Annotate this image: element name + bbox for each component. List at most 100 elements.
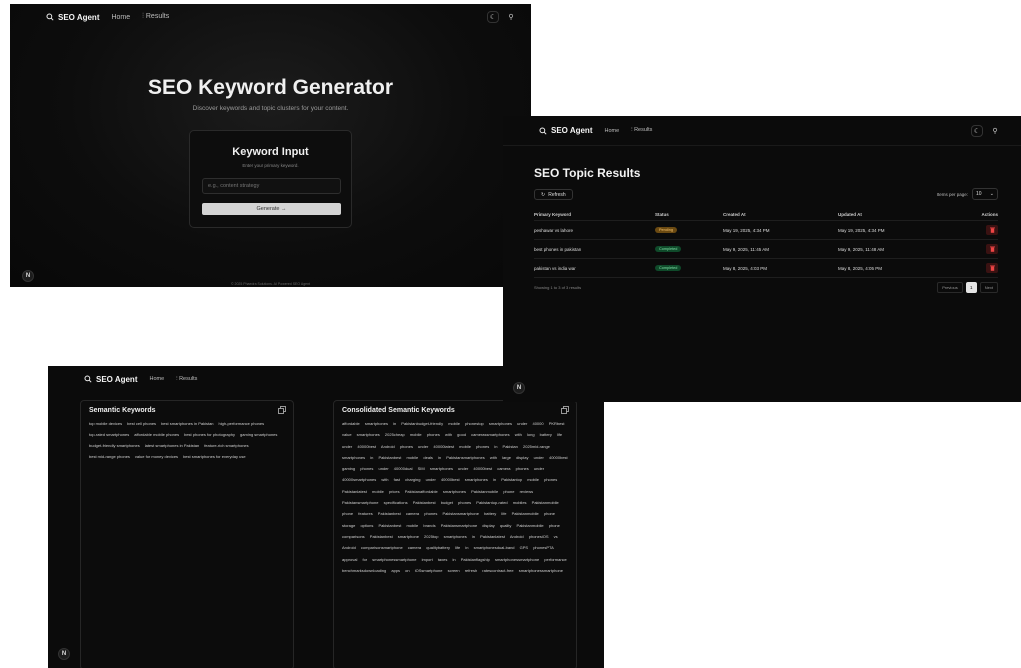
generate-button[interactable]: Generate → — [202, 203, 341, 215]
user-button[interactable]: ⚲ — [505, 11, 517, 23]
keyword-chip: best cell phones — [127, 421, 157, 426]
user-icon: ⚲ — [508, 14, 514, 21]
keyword-chip: gaming smartphones — [240, 432, 278, 437]
items-per-page-value: 10 — [976, 191, 982, 197]
page-title: SEO Keyword Generator — [147, 76, 394, 99]
brand-link[interactable]: SEO Agent — [46, 13, 99, 22]
keyword-chip: best smartphones for everyday use — [183, 454, 246, 459]
next-logo-icon: N — [58, 648, 70, 660]
column-header: Primary Keyword — [534, 211, 572, 217]
nav-home[interactable]: Home — [149, 376, 164, 382]
column-header: Actions — [981, 211, 998, 217]
keyword-input[interactable] — [202, 178, 341, 194]
keyword-chip: best smartphones in Pakistan — [161, 421, 214, 426]
nav-home[interactable]: Home — [604, 128, 619, 134]
keyword-chip: latest smartphones in Pakistan — [144, 443, 200, 448]
brand-name: SEO Agent — [58, 12, 100, 22]
refresh-label: Refresh — [548, 191, 566, 198]
updated-cell: May 19, 2025, 4:34 PM — [838, 227, 885, 233]
results-title: SEO Topic Results — [534, 166, 641, 180]
keyword-chip: top-rated smartphones — [89, 432, 130, 437]
results-count: Showing 1 to 3 of 3 results — [534, 285, 582, 290]
keyword-cell[interactable]: best phones in pakistan — [534, 247, 655, 252]
keyword-chip: best mid-range phones — [89, 454, 130, 459]
theme-toggle-button[interactable]: ☾ — [487, 11, 499, 23]
nav-results-label: Results — [634, 127, 653, 133]
nav-results[interactable]: ⫶ Results — [631, 127, 652, 134]
created-cell: May 8, 2025, 4:03 PM — [723, 265, 768, 271]
keyword-chip: feature-rich smartphones — [204, 443, 249, 448]
brand-name: SEO Agent — [551, 126, 593, 135]
copy-icon[interactable] — [278, 406, 286, 414]
results-table: Primary Keyword Status Created At Update… — [534, 208, 998, 278]
keyword-chip: affordable mobile phones — [134, 432, 180, 437]
card-title: Keyword Input — [232, 146, 309, 158]
table-row[interactable]: best phones in pakistan Completed May 9,… — [534, 240, 998, 259]
updated-cell: May 9, 2025, 11:48 AM — [838, 246, 884, 252]
page-subtitle: Discover keywords and topic clusters for… — [192, 105, 349, 112]
status-badge: Pending — [655, 227, 677, 233]
keyword-chip: top mobile devices — [89, 421, 123, 426]
keyword-chip: best phones for photography — [184, 432, 236, 437]
nav-home[interactable]: Home — [111, 14, 130, 21]
card-subtitle: Enter your primary keyword. — [242, 163, 299, 168]
status-badge: Completed — [655, 265, 682, 271]
trash-icon — [989, 227, 995, 233]
nav-results-label: Results — [145, 13, 170, 20]
created-cell: May 19, 2025, 4:34 PM — [723, 227, 770, 233]
table-row[interactable]: pakistan vs india war Completed May 8, 2… — [534, 259, 998, 278]
brand-link[interactable]: SEO Agent — [84, 375, 137, 384]
items-per-page-label: Items per page: — [936, 191, 968, 197]
search-logo-icon — [46, 13, 54, 21]
delete-button[interactable] — [986, 244, 998, 254]
pagination: Showing 1 to 3 of 3 results Previous 1 N… — [534, 282, 998, 293]
column-header: Status — [655, 211, 669, 217]
keyword-chip: high-performance phones — [218, 421, 265, 426]
keyword-cell[interactable]: pakistan vs india war — [534, 266, 655, 271]
moon-icon: ☾ — [489, 14, 497, 21]
top-nav: SEO Agent Home ⫶ Results ☾ ⚲ — [10, 4, 531, 30]
next-logo-icon: N — [513, 382, 525, 394]
nav-results[interactable]: ⫶ Results — [142, 13, 169, 21]
delete-button[interactable] — [986, 225, 998, 235]
updated-cell: May 8, 2025, 4:05 PM — [838, 265, 883, 271]
keyword-cell[interactable]: peshawar vs lahore — [534, 228, 655, 233]
copy-icon[interactable] — [561, 406, 569, 414]
nav-results-label: Results — [179, 375, 198, 382]
keyword-chips: top mobile devices best cell phones best s… — [81, 414, 293, 466]
panel-title: Consolidated Semantic Keywords — [342, 406, 455, 414]
trash-icon — [989, 265, 995, 271]
previous-button[interactable]: Previous — [937, 282, 963, 293]
footer-text: © 2025 Phaedra Solutions. AI Powered SEO… — [230, 282, 311, 286]
keywords-screenshot: SEO Agent Home ⫶ Results Semantic Keywor… — [48, 366, 604, 668]
generator-screenshot: SEO Agent Home ⫶ Results ☾ ⚲ SEO Keyword… — [10, 4, 531, 287]
delete-button[interactable] — [986, 263, 998, 273]
user-button[interactable]: ⚲ — [989, 125, 1001, 137]
page-button[interactable]: 1 — [965, 282, 977, 293]
search-logo-icon — [84, 375, 92, 383]
brand-link[interactable]: SEO Agent — [539, 126, 592, 135]
next-button[interactable]: Next — [979, 282, 998, 293]
brand-name: SEO Agent — [96, 374, 138, 384]
items-per-page-select[interactable]: 10 ⌄ — [972, 188, 998, 200]
moon-icon: ☾ — [973, 127, 981, 135]
created-cell: May 9, 2025, 11:45 AM — [723, 246, 769, 252]
semantic-keywords-panel: Semantic Keywords top mobile devices best… — [80, 400, 294, 668]
column-header: Created At — [723, 211, 746, 217]
keyword-chip: budget-friendly smartphones — [89, 443, 140, 448]
keyword-chip: value for money devices — [134, 454, 179, 459]
theme-toggle-button[interactable]: ☾ — [971, 124, 983, 137]
refresh-button[interactable]: ↻ Refresh — [534, 189, 573, 200]
consolidated-keywords-panel: Consolidated Semantic Keywords affordabl… — [333, 400, 577, 668]
table-row[interactable]: peshawar vs lahore Pending May 19, 2025,… — [534, 221, 998, 240]
table-header: Primary Keyword Status Created At Update… — [534, 208, 998, 221]
results-screenshot: SEO Agent Home ⫶ Results ☾ ⚲ SEO Topic R… — [503, 116, 1021, 402]
next-logo-icon: N — [22, 270, 34, 282]
refresh-icon: ↻ — [541, 191, 546, 198]
column-header: Updated At — [838, 211, 862, 217]
keyword-input-card: Keyword Input Enter your primary keyword… — [189, 130, 352, 228]
panel-title: Semantic Keywords — [89, 406, 156, 414]
nav-results[interactable]: ⫶ Results — [176, 376, 197, 383]
items-per-page: Items per page: 10 ⌄ — [937, 188, 998, 200]
consolidated-text: affordable smartphones in Pakistanbudget… — [342, 421, 568, 573]
